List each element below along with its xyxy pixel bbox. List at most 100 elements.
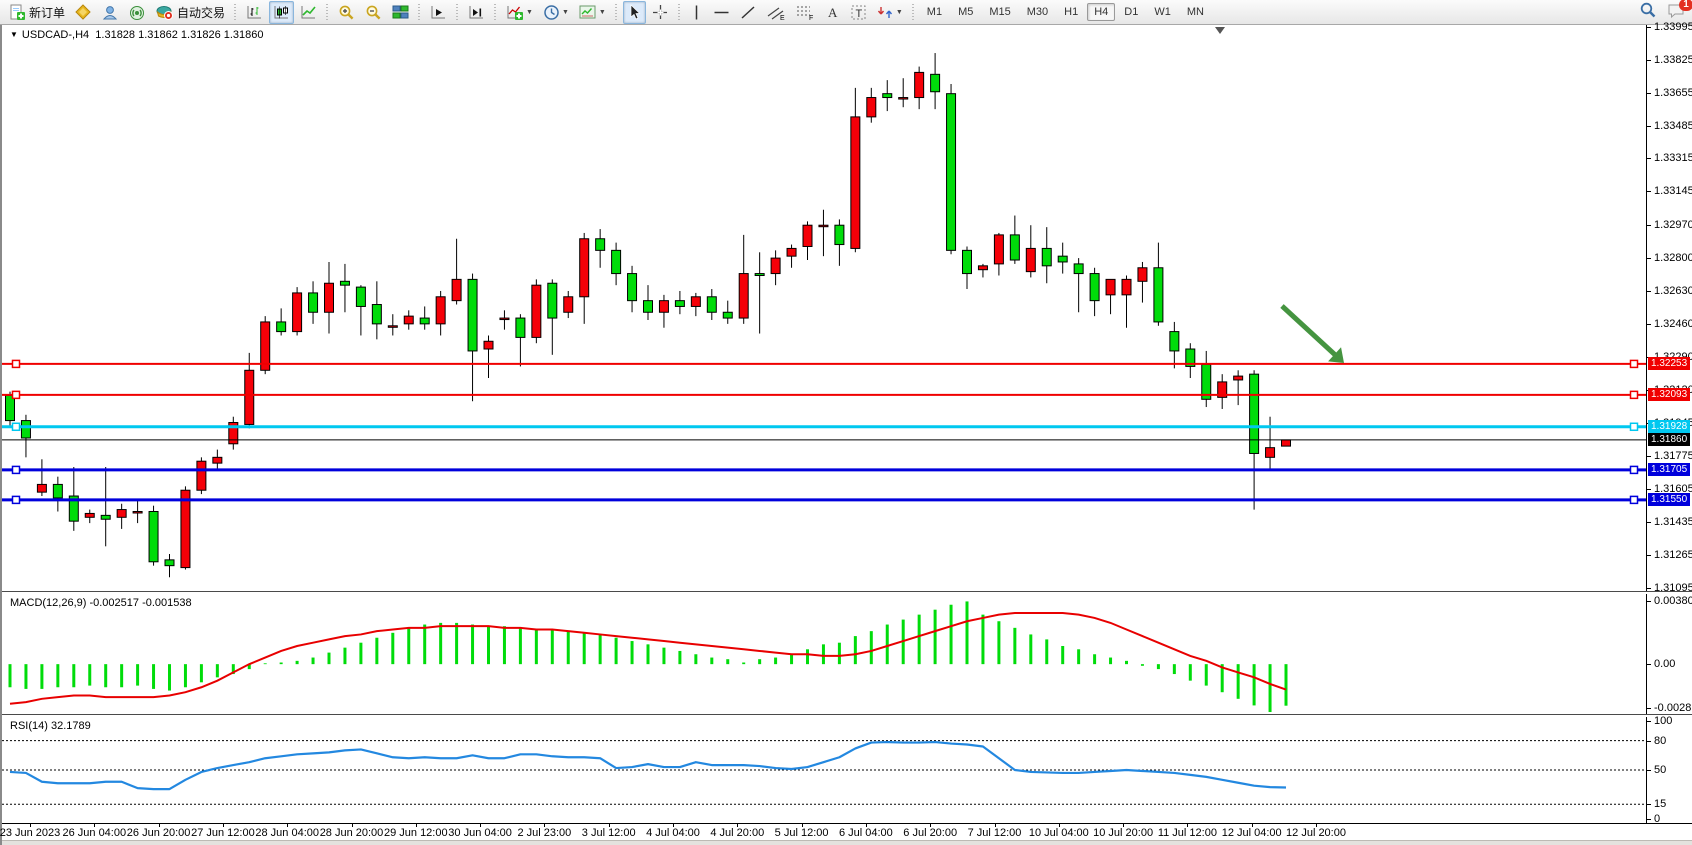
bear-candle[interactable] bbox=[1250, 374, 1259, 453]
new-order-button[interactable]: 新订单 bbox=[5, 1, 69, 24]
candle-chart-mode-button[interactable] bbox=[269, 1, 294, 24]
line-endpoint-marker[interactable] bbox=[1631, 360, 1638, 367]
timeframe-d1-button[interactable]: D1 bbox=[1117, 3, 1145, 21]
timeframe-mn-button[interactable]: MN bbox=[1180, 3, 1211, 21]
line-endpoint-marker[interactable] bbox=[13, 360, 20, 367]
bear-candle[interactable] bbox=[1074, 264, 1083, 274]
metaquotes-button[interactable] bbox=[71, 1, 96, 24]
bull-candle[interactable] bbox=[803, 225, 812, 246]
bull-candle[interactable] bbox=[1026, 248, 1035, 271]
bull-candle[interactable] bbox=[1234, 376, 1243, 380]
bear-candle[interactable] bbox=[1058, 256, 1067, 262]
chevron-down-icon[interactable]: ▼ bbox=[562, 9, 569, 16]
horizontal-line-button[interactable] bbox=[709, 1, 734, 24]
bear-candle[interactable] bbox=[931, 74, 940, 91]
bear-candle[interactable] bbox=[628, 274, 637, 301]
macd-axis[interactable]: 0.0038050.00-0.002818 bbox=[1646, 594, 1692, 714]
text-label-button[interactable]: T bbox=[846, 1, 871, 24]
line-endpoint-marker[interactable] bbox=[1631, 391, 1638, 398]
line-endpoint-marker[interactable] bbox=[13, 423, 20, 430]
macd-pane[interactable]: MACD(12,26,9) -0.002517 -0.001538 bbox=[2, 594, 1646, 714]
bull-candle[interactable] bbox=[691, 297, 700, 307]
bear-candle[interactable] bbox=[6, 395, 15, 420]
chevron-down-icon[interactable]: ▼ bbox=[896, 9, 903, 16]
timeframe-m15-button[interactable]: M15 bbox=[982, 3, 1017, 21]
bull-candle[interactable] bbox=[867, 98, 876, 117]
bear-candle[interactable] bbox=[372, 305, 381, 324]
bear-candle[interactable] bbox=[548, 283, 557, 318]
bull-candle[interactable] bbox=[1138, 268, 1147, 282]
bear-candle[interactable] bbox=[101, 515, 110, 519]
line-endpoint-marker[interactable] bbox=[1631, 423, 1638, 430]
bear-candle[interactable] bbox=[1042, 248, 1051, 265]
tile-windows-button[interactable] bbox=[388, 1, 413, 24]
trendline-button[interactable] bbox=[736, 1, 761, 24]
bear-candle[interactable] bbox=[340, 281, 349, 285]
line-endpoint-marker[interactable] bbox=[13, 496, 20, 503]
indicators-button[interactable]: ▼ bbox=[502, 1, 537, 24]
bar-chart-mode-button[interactable] bbox=[242, 1, 267, 24]
bull-candle[interactable] bbox=[436, 297, 445, 324]
bull-candle[interactable] bbox=[915, 72, 924, 97]
timeframe-h4-button[interactable]: H4 bbox=[1087, 3, 1115, 21]
bear-candle[interactable] bbox=[1090, 274, 1099, 301]
community-button[interactable] bbox=[98, 1, 123, 24]
bull-candle[interactable] bbox=[787, 248, 796, 256]
bear-candle[interactable] bbox=[356, 287, 365, 306]
bull-candle[interactable] bbox=[899, 98, 908, 100]
bear-candle[interactable] bbox=[612, 250, 621, 273]
bull-candle[interactable] bbox=[181, 490, 190, 567]
bear-candle[interactable] bbox=[947, 94, 956, 251]
price-axis[interactable]: 1.339951.338251.336551.334851.333151.331… bbox=[1646, 25, 1692, 591]
bear-candle[interactable] bbox=[1010, 235, 1019, 260]
price-chart-pane[interactable]: ▼USDCAD-,H4 1.31828 1.31862 1.31826 1.31… bbox=[2, 25, 1646, 591]
line-endpoint-marker[interactable] bbox=[1631, 496, 1638, 503]
chart-menu-triangle-icon[interactable]: ▼ bbox=[10, 30, 18, 39]
bear-candle[interactable] bbox=[963, 250, 972, 273]
bear-candle[interactable] bbox=[21, 421, 30, 438]
bear-candle[interactable] bbox=[707, 297, 716, 312]
rsi-axis[interactable]: 1008050150 bbox=[1646, 717, 1692, 823]
bear-candle[interactable] bbox=[596, 239, 605, 251]
cursor-button[interactable] bbox=[623, 1, 646, 24]
bear-candle[interactable] bbox=[516, 318, 525, 337]
bear-candle[interactable] bbox=[644, 301, 653, 313]
chart-shift-marker[interactable] bbox=[1215, 27, 1225, 34]
arrows-button[interactable]: ▼ bbox=[873, 1, 907, 24]
bull-candle[interactable] bbox=[994, 235, 1003, 264]
bear-candle[interactable] bbox=[675, 301, 684, 307]
fibonacci-button[interactable]: F bbox=[792, 1, 819, 24]
signals-button[interactable] bbox=[125, 1, 150, 24]
timeframe-m5-button[interactable]: M5 bbox=[951, 3, 980, 21]
text-button[interactable]: A bbox=[821, 1, 844, 24]
chart-shift-button[interactable] bbox=[464, 1, 489, 24]
timeframe-w1-button[interactable]: W1 bbox=[1147, 3, 1178, 21]
bear-candle[interactable] bbox=[468, 279, 477, 351]
bull-candle[interactable] bbox=[659, 301, 668, 313]
chevron-down-icon[interactable]: ▼ bbox=[599, 9, 606, 16]
bull-candle[interactable] bbox=[117, 510, 126, 518]
bull-candle[interactable] bbox=[978, 266, 987, 270]
rsi-pane[interactable]: RSI(14) 32.1789 bbox=[2, 717, 1646, 823]
line-endpoint-marker[interactable] bbox=[1631, 466, 1638, 473]
bull-candle[interactable] bbox=[1266, 448, 1275, 458]
line-endpoint-marker[interactable] bbox=[13, 466, 20, 473]
bull-candle[interactable] bbox=[293, 293, 302, 332]
bull-candle[interactable] bbox=[1106, 279, 1115, 294]
timeframe-m1-button[interactable]: M1 bbox=[920, 3, 949, 21]
bull-candle[interactable] bbox=[37, 484, 46, 492]
vertical-line-button[interactable] bbox=[686, 1, 707, 24]
chevron-down-icon[interactable]: ▼ bbox=[526, 9, 533, 16]
bear-candle[interactable] bbox=[149, 511, 158, 561]
bull-candle[interactable] bbox=[1122, 279, 1131, 294]
candlestick-chart[interactable] bbox=[2, 25, 1646, 591]
bear-candle[interactable] bbox=[755, 274, 764, 276]
bull-candle[interactable] bbox=[771, 258, 780, 273]
bull-candle[interactable] bbox=[452, 279, 461, 300]
bull-candle[interactable] bbox=[484, 341, 493, 349]
bear-candle[interactable] bbox=[883, 94, 892, 98]
macd-chart[interactable] bbox=[2, 594, 1646, 714]
bull-candle[interactable] bbox=[532, 285, 541, 337]
bull-candle[interactable] bbox=[580, 239, 589, 297]
templates-button[interactable]: ▼ bbox=[575, 1, 610, 24]
